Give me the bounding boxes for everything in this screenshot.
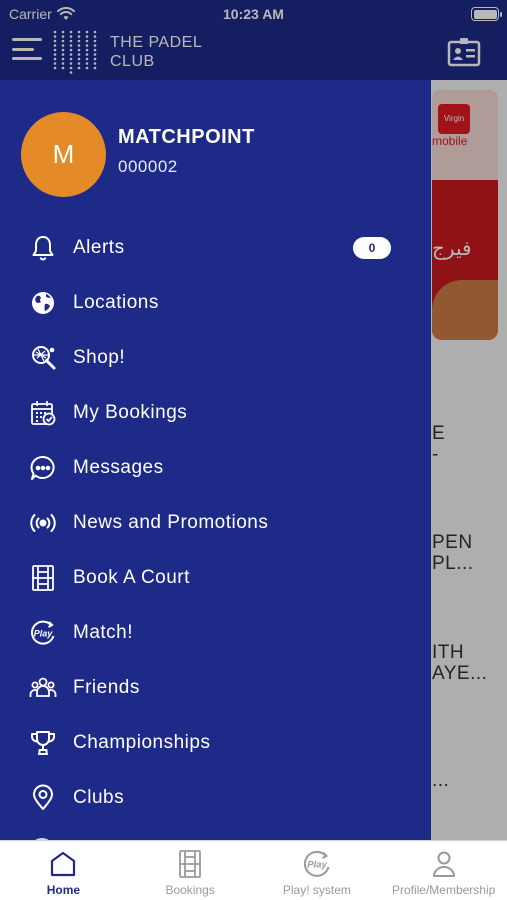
menu-item-championships[interactable]: Championships: [0, 715, 431, 770]
profile-header: M MATCHPOINT 000002: [21, 112, 255, 197]
menu-item-messages[interactable]: Messages: [0, 440, 431, 495]
menu-item-alerts[interactable]: Alerts 0: [0, 220, 431, 275]
broadcast-icon: [28, 508, 58, 538]
menu-item-label: Match!: [73, 621, 134, 643]
menu-item-locations[interactable]: Locations: [0, 275, 431, 330]
alerts-count-badge: 0: [353, 237, 391, 259]
bottom-tab-bar: Home Bookings Play Play! system Profile/…: [0, 840, 507, 900]
profile-name: MATCHPOINT: [118, 126, 255, 148]
people-group-icon: [28, 673, 58, 703]
menu-item-match[interactable]: Play Match!: [0, 605, 431, 660]
menu-item-label: My Bookings: [73, 401, 188, 423]
chat-bubble-icon: [28, 453, 58, 483]
menu-item-shop[interactable]: Shop!: [0, 330, 431, 385]
avatar[interactable]: M: [21, 112, 106, 197]
svg-text:Play: Play: [34, 628, 54, 638]
tab-profile-membership[interactable]: Profile/Membership: [380, 841, 507, 900]
menu-item-book-a-court[interactable]: Book A Court: [0, 550, 431, 605]
menu-item-label: Clubs: [73, 786, 125, 808]
side-drawer: M MATCHPOINT 000002 Alerts 0 Locations S…: [0, 80, 431, 840]
play-badge-icon: Play: [28, 618, 58, 648]
bell-icon: [28, 233, 58, 263]
drawer-menu: Alerts 0 Locations Shop! My Bookings Mes…: [0, 220, 431, 825]
globe-icon: [28, 288, 58, 318]
menu-item-label: Locations: [73, 291, 159, 313]
menu-item-label: Championships: [73, 731, 211, 753]
court-icon: [179, 850, 202, 878]
menu-item-label: News and Promotions: [73, 511, 269, 533]
menu-item-label: Messages: [73, 456, 164, 478]
court-icon: [28, 563, 58, 593]
map-pin-icon: [28, 783, 58, 813]
tab-home[interactable]: Home: [0, 841, 127, 900]
tab-label: Home: [46, 883, 81, 897]
menu-item-clubs[interactable]: Clubs: [0, 770, 431, 825]
play-badge-icon: Play: [303, 850, 330, 877]
tab-bookings[interactable]: Bookings: [127, 841, 254, 900]
tab-label: Play! system: [282, 883, 351, 897]
menu-item-label: Book A Court: [73, 566, 190, 588]
calendar-check-icon: [28, 398, 58, 428]
profile-number: 000002: [118, 157, 178, 176]
menu-item-label: Friends: [73, 676, 140, 698]
tab-label: Profile/Membership: [391, 883, 496, 897]
menu-item-my-bookings[interactable]: My Bookings: [0, 385, 431, 440]
menu-item-friends[interactable]: Friends: [0, 660, 431, 715]
menu-item-news-and-promotions[interactable]: News and Promotions: [0, 495, 431, 550]
tab-label: Bookings: [165, 883, 215, 897]
trophy-icon: [28, 728, 58, 758]
home-icon: [51, 851, 76, 877]
racket-icon: [28, 343, 58, 373]
menu-item-label: Alerts: [73, 236, 125, 258]
person-icon: [432, 851, 455, 877]
menu-item-label: Shop!: [73, 346, 126, 368]
tab-play-system[interactable]: Play Play! system: [254, 841, 381, 900]
svg-text:Play: Play: [307, 860, 327, 871]
